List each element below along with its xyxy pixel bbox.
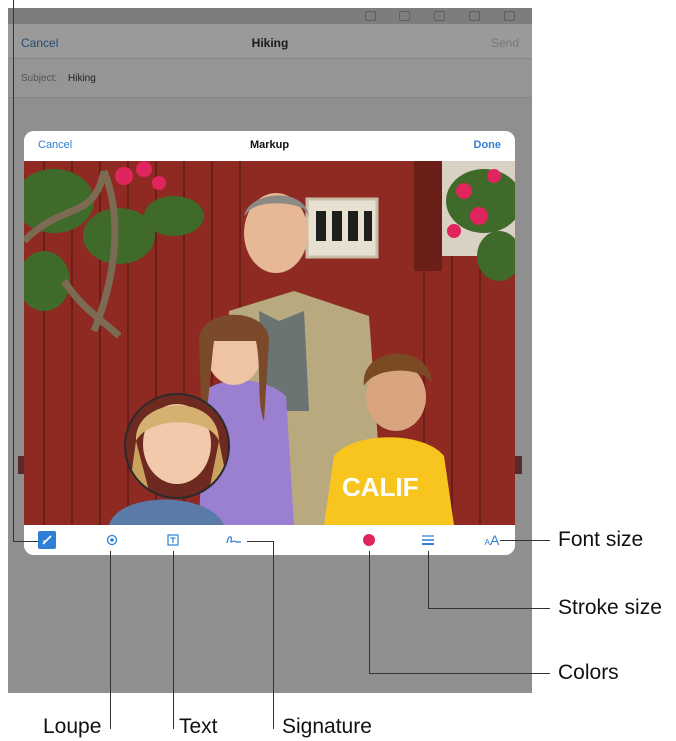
flag-icon[interactable] <box>365 11 376 21</box>
stroke-size-callout-line-horizontal <box>428 608 550 609</box>
markup-sheet: Cancel Markup Done CALIF A A <box>24 131 515 555</box>
color-dot-icon <box>363 534 375 546</box>
subject-label: Subject: <box>21 73 58 84</box>
mail-compose-nav: Cancel Hiking Send <box>8 24 532 58</box>
signature-tool-button[interactable] <box>224 532 244 548</box>
text-callout: Text <box>179 715 218 738</box>
right-edge-marker <box>514 456 522 474</box>
folder-icon[interactable] <box>399 11 410 21</box>
loupe-callout-line <box>110 551 111 729</box>
pen-callout-line-horizontal <box>13 541 38 542</box>
colors-callout-line-horizontal <box>369 673 550 674</box>
family-photo[interactable]: CALIF <box>24 161 515 525</box>
reply-icon[interactable] <box>469 11 480 21</box>
markup-done-button[interactable]: Done <box>474 139 502 151</box>
pen-icon <box>42 535 52 545</box>
colors-callout-line <box>369 551 370 674</box>
signature-callout-line <box>273 541 274 729</box>
stroke-lines-icon <box>422 535 434 545</box>
loupe-callout: Loupe <box>43 715 102 738</box>
shirt-text: CALIF <box>342 472 419 502</box>
loupe-tool-button[interactable] <box>104 532 120 548</box>
pen-callout-line <box>13 0 14 542</box>
signature-callout-line-horizontal <box>247 541 274 542</box>
font-size-callout: Font size <box>558 528 644 551</box>
markup-header: Cancel Markup Done <box>24 131 515 161</box>
loupe-icon <box>106 534 118 546</box>
subject-row[interactable]: Subject: Hiking <box>8 58 532 98</box>
door-post <box>414 161 442 271</box>
mail-send-button[interactable]: Send <box>491 36 519 50</box>
text-callout-line <box>173 551 174 729</box>
mail-toolbar <box>8 8 532 24</box>
font-size-callout-line <box>500 540 550 541</box>
color-picker-button[interactable] <box>361 532 377 548</box>
mail-title: Hiking <box>251 36 289 50</box>
signature-icon <box>226 536 241 544</box>
trash-icon[interactable] <box>434 11 445 21</box>
stroke-size-callout: Stroke size <box>558 596 662 619</box>
markup-title: Markup <box>249 139 290 151</box>
stroke-size-callout-line <box>428 551 429 609</box>
font-size-button[interactable]: AA <box>482 532 502 548</box>
subject-value[interactable]: Hiking <box>68 73 96 84</box>
pen-tool-button[interactable] <box>38 531 56 549</box>
stroke-size-button[interactable] <box>420 532 436 548</box>
font-size-big-a: A <box>490 532 500 548</box>
colors-callout: Colors <box>558 661 619 684</box>
compose-icon[interactable] <box>504 11 515 21</box>
markup-toolbar: AA <box>24 525 515 555</box>
text-tool-button[interactable] <box>165 532 181 548</box>
signature-callout: Signature <box>282 715 372 738</box>
text-box-icon <box>167 534 179 546</box>
